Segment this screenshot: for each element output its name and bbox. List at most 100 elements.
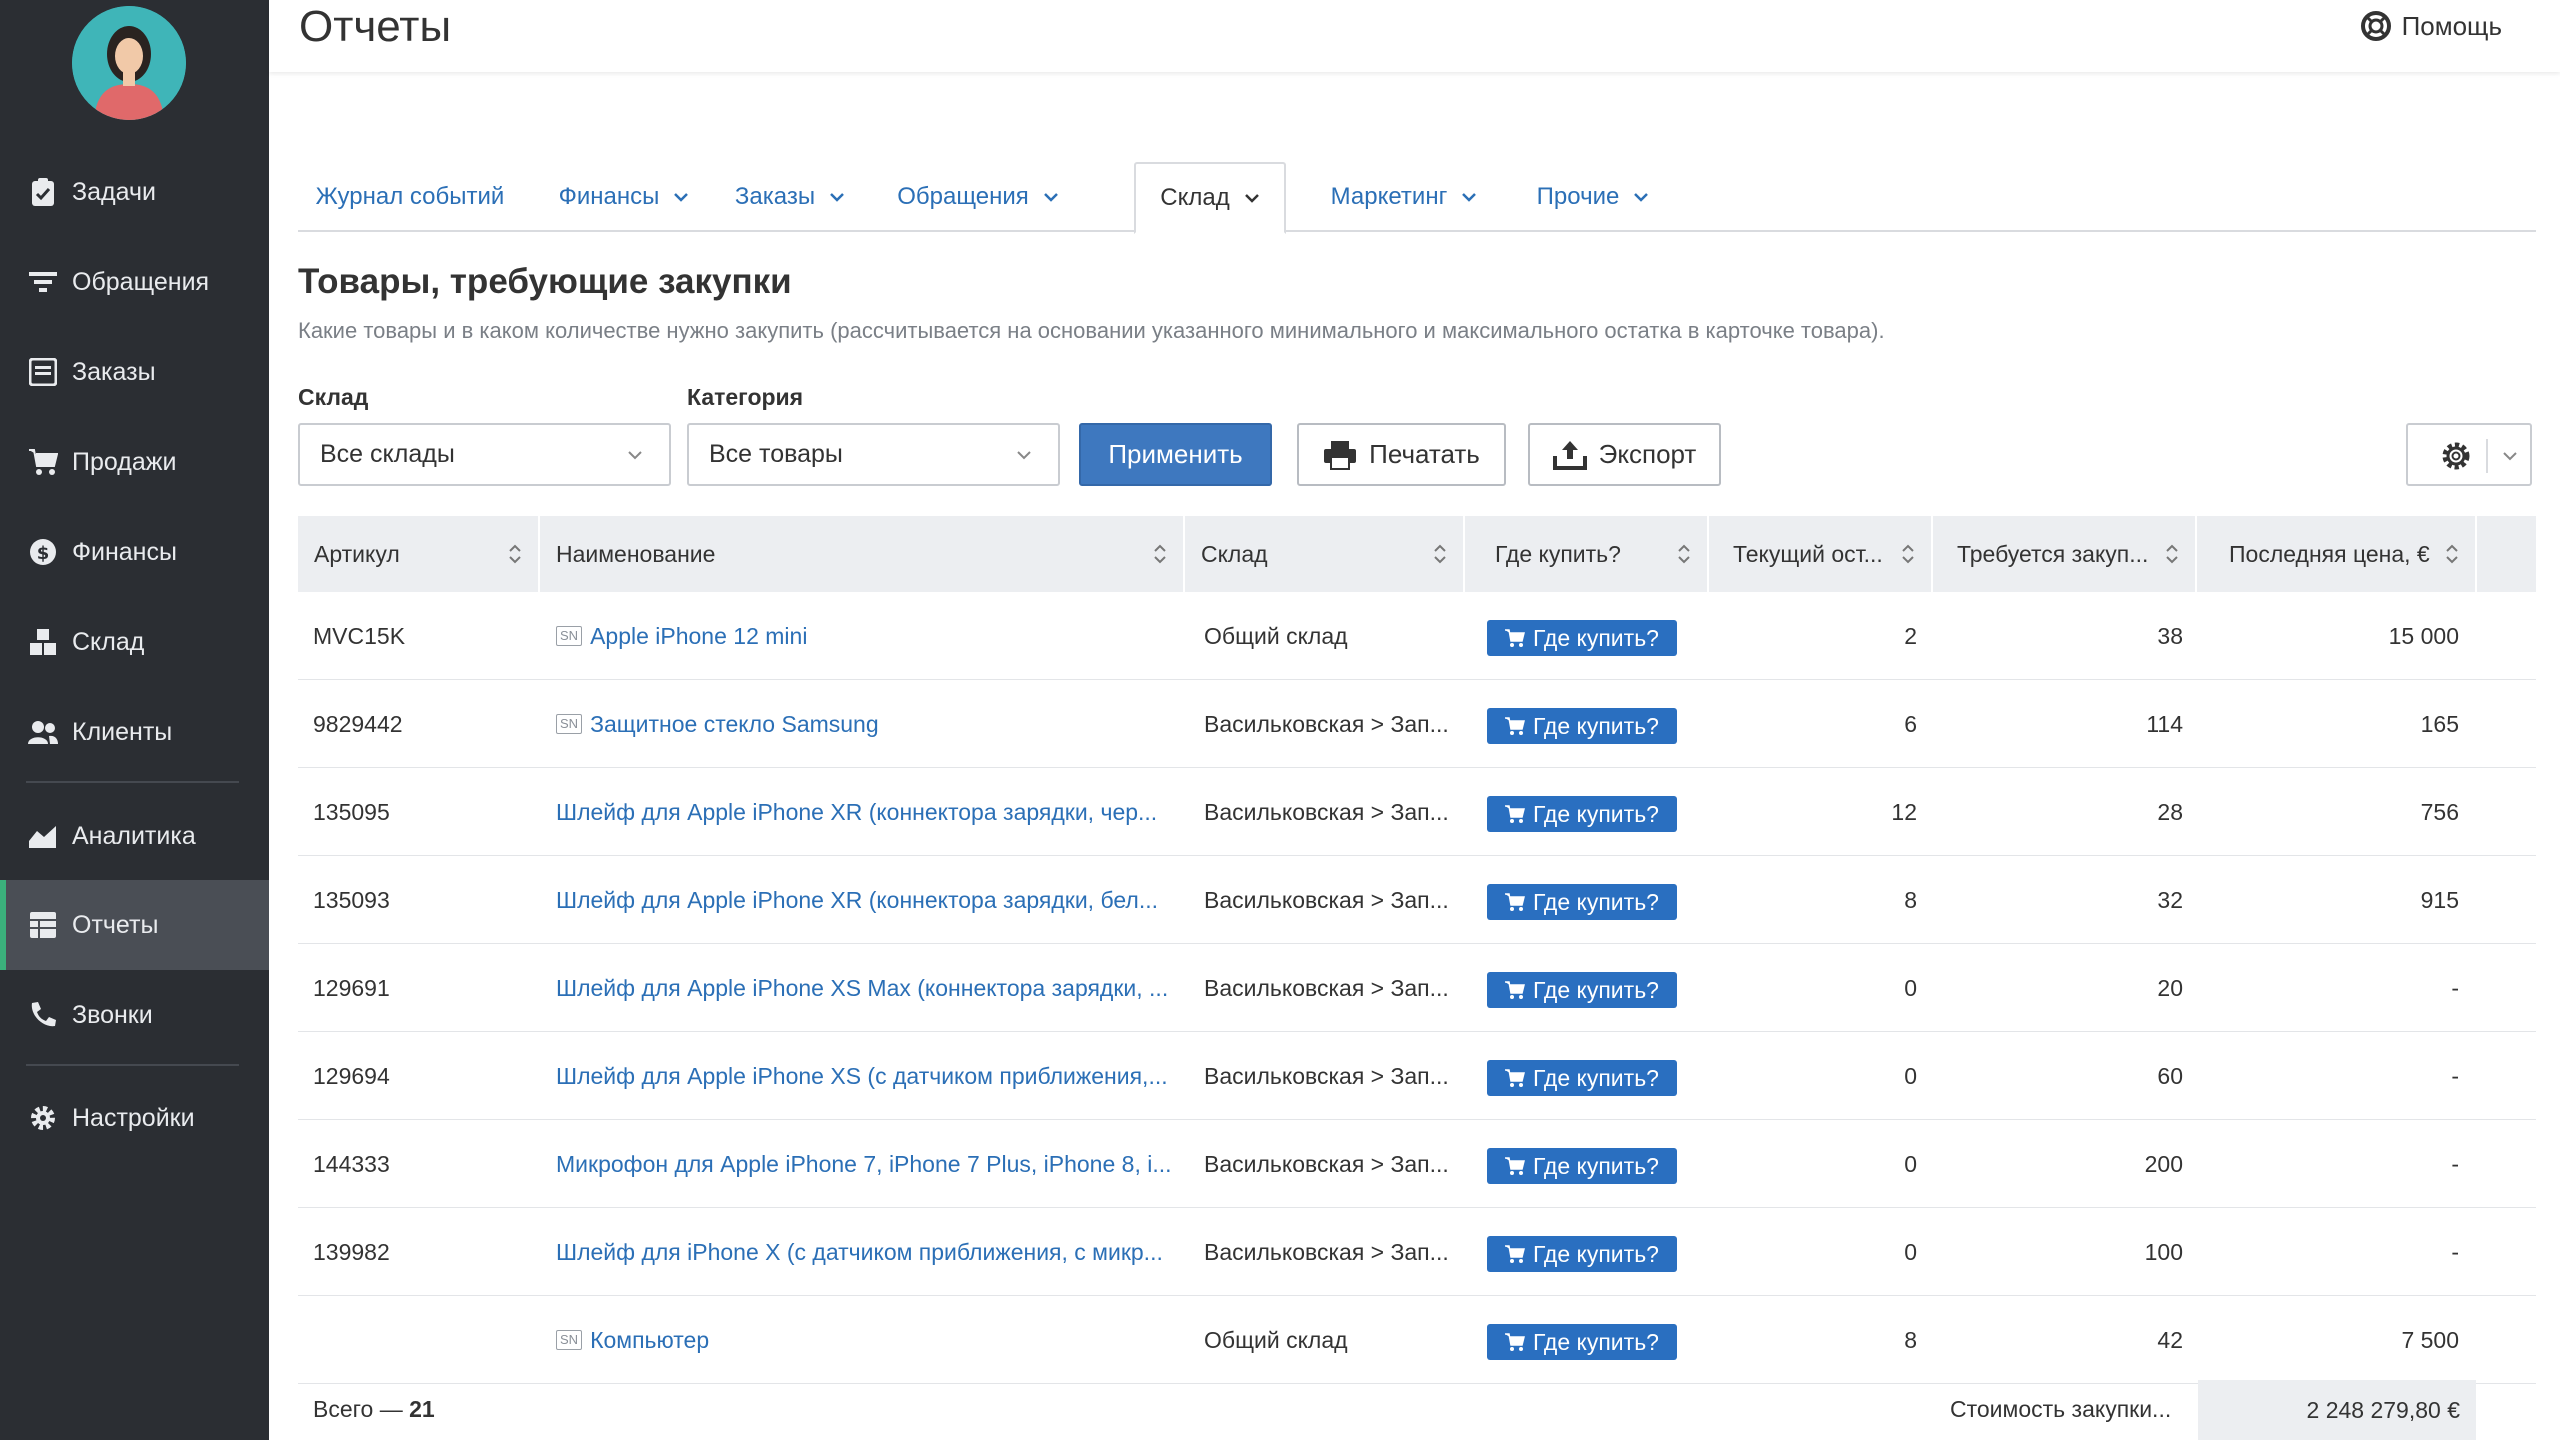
sidebar-item-label: Заказы xyxy=(72,357,156,386)
where-to-buy-button[interactable]: Где купить? xyxy=(1487,884,1677,920)
column-label: Текущий ост... xyxy=(1733,540,1883,567)
tab-requests[interactable]: Обращения xyxy=(882,162,1074,232)
cell-sku: 139982 xyxy=(313,1238,390,1265)
table-row: 9829442 SN Защитное стекло Samsung Василько… xyxy=(298,680,2536,768)
product-name-link[interactable]: Шлейф для Apple iPhone XS Max (коннектор… xyxy=(556,944,1176,1032)
sidebar-item-finance[interactable]: $ Финансы xyxy=(0,507,269,597)
table-settings-button[interactable] xyxy=(2406,423,2532,486)
tab-orders[interactable]: Заказы xyxy=(720,162,860,232)
sort-icon xyxy=(1434,544,1446,564)
product-name-link[interactable]: SN Apple iPhone 12 mini xyxy=(556,592,1176,680)
table-row: 135093 Шлейф для Apple iPhone XR (коннект… xyxy=(298,856,2536,944)
cell-last-price: - xyxy=(2451,1062,2459,1089)
where-to-buy-label: Где купить? xyxy=(1533,712,1659,739)
users-icon xyxy=(27,716,59,748)
cell-sku: MVC15K xyxy=(313,622,406,649)
filter-lines-icon xyxy=(27,266,59,298)
gear-icon xyxy=(2442,442,2470,470)
tab-event-log[interactable]: Журнал событий xyxy=(298,162,522,232)
sidebar-item-label: Отчеты xyxy=(72,910,159,939)
sidebar-item-tasks[interactable]: Задачи xyxy=(0,147,269,237)
product-name-link[interactable]: Шлейф для Apple iPhone XS (с датчиком пр… xyxy=(556,1032,1176,1120)
sidebar-item-orders[interactable]: Заказы xyxy=(0,327,269,417)
export-button-label: Экспорт xyxy=(1598,439,1697,469)
apply-button[interactable]: Применить xyxy=(1079,423,1272,486)
column-header-sku[interactable]: Артикул xyxy=(298,516,540,592)
cell-current-stock: 8 xyxy=(1904,1326,1917,1353)
cell-last-price: 165 xyxy=(2420,710,2459,737)
sidebar-item-sales[interactable]: Продажи xyxy=(0,417,269,507)
column-header-last-price[interactable]: Последняя цена, € xyxy=(2197,516,2477,592)
sidebar-item-analytics[interactable]: Аналитика xyxy=(0,791,269,881)
where-to-buy-button[interactable]: Где купить? xyxy=(1487,796,1677,832)
column-header-warehouse[interactable]: Склад xyxy=(1185,516,1465,592)
cell-required: 60 xyxy=(2157,1062,2183,1089)
warehouse-select-value: Все склады xyxy=(320,440,455,468)
where-to-buy-button[interactable]: Где купить? xyxy=(1487,1060,1677,1096)
product-name-link[interactable]: SN Защитное стекло Samsung xyxy=(556,680,1176,768)
sidebar-item-requests[interactable]: Обращения xyxy=(0,237,269,327)
tab-label: Заказы xyxy=(734,183,816,210)
gear-icon xyxy=(27,1102,59,1134)
product-name-link[interactable]: Микрофон для Apple iPhone 7, iPhone 7 Pl… xyxy=(556,1120,1176,1208)
sidebar-item-label: Финансы xyxy=(72,537,177,566)
where-to-buy-button[interactable]: Где купить? xyxy=(1487,1236,1677,1272)
table-header: Артикул Наименование Склад Где купить? Т… xyxy=(298,516,2536,592)
help-link[interactable]: Помощь xyxy=(2360,10,2502,42)
sidebar-item-calls[interactable]: Звонки xyxy=(0,970,269,1060)
sidebar-item-settings[interactable]: Настройки xyxy=(0,1073,269,1163)
total-label: Всего — xyxy=(313,1396,410,1422)
cell-last-price: - xyxy=(2451,974,2459,1001)
cell-sku: 135093 xyxy=(313,886,390,913)
where-to-buy-label: Где купить? xyxy=(1533,1240,1659,1267)
cell-required: 28 xyxy=(2157,798,2183,825)
cart-icon xyxy=(1505,1157,1525,1175)
cell-current-stock: 12 xyxy=(1891,798,1917,825)
product-name: Apple iPhone 12 mini xyxy=(590,622,808,649)
tab-warehouse[interactable]: Склад xyxy=(1134,162,1286,234)
tab-other[interactable]: Прочие xyxy=(1518,162,1668,232)
cell-required: 100 xyxy=(2144,1238,2183,1265)
product-name: Шлейф для Apple iPhone XR (коннектора за… xyxy=(556,886,1158,913)
sidebar-item-warehouse[interactable]: Склад xyxy=(0,597,269,687)
cell-required: 20 xyxy=(2157,974,2183,1001)
column-header-where-to-buy[interactable]: Где купить? xyxy=(1465,516,1709,592)
category-select[interactable]: Все товары xyxy=(687,423,1060,486)
chevron-down-icon xyxy=(1462,193,1477,202)
cell-sku: 144333 xyxy=(313,1150,390,1177)
sidebar-item-label: Продажи xyxy=(72,447,177,476)
print-button[interactable]: Печатать xyxy=(1297,423,1506,486)
cell-last-price: 15 000 xyxy=(2388,622,2459,649)
tab-finance[interactable]: Финансы xyxy=(542,162,706,232)
printer-icon xyxy=(1323,440,1357,470)
sidebar-item-reports[interactable]: Отчеты xyxy=(0,880,269,970)
export-button[interactable]: Экспорт xyxy=(1528,423,1721,486)
sidebar: Задачи Обращения Заказы Продажи $ Финанс… xyxy=(0,0,269,1440)
avatar[interactable] xyxy=(72,6,186,120)
cell-warehouse: Васильковская > Зап... xyxy=(1204,798,1449,825)
where-to-buy-button[interactable]: Где купить? xyxy=(1487,620,1677,656)
chevron-down-icon xyxy=(1017,451,1031,460)
where-to-buy-button[interactable]: Где купить? xyxy=(1487,972,1677,1008)
product-name-link[interactable]: Шлейф для iPhone X (с датчиком приближен… xyxy=(556,1208,1176,1296)
sidebar-divider xyxy=(26,1064,239,1066)
chevron-down-icon xyxy=(830,193,844,202)
tab-marketing[interactable]: Маркетинг xyxy=(1312,162,1496,232)
where-to-buy-button[interactable]: Где купить? xyxy=(1487,1324,1677,1360)
column-header-current-stock[interactable]: Текущий ост... xyxy=(1709,516,1933,592)
warehouse-select[interactable]: Все склады xyxy=(298,423,671,486)
sidebar-item-label: Аналитика xyxy=(72,821,196,850)
where-to-buy-button[interactable]: Где купить? xyxy=(1487,1148,1677,1184)
cell-required: 32 xyxy=(2157,886,2183,913)
table-icon xyxy=(27,909,59,941)
where-to-buy-button[interactable]: Где купить? xyxy=(1487,708,1677,744)
column-header-name[interactable]: Наименование xyxy=(540,516,1185,592)
sidebar-item-label: Звонки xyxy=(72,1000,153,1029)
product-name-link[interactable]: Шлейф для Apple iPhone XR (коннектора за… xyxy=(556,768,1176,856)
sidebar-item-clients[interactable]: Клиенты xyxy=(0,687,269,777)
product-name-link[interactable]: Шлейф для Apple iPhone XR (коннектора за… xyxy=(556,856,1176,944)
product-name-link[interactable]: SN Компьютер xyxy=(556,1296,1176,1384)
cell-current-stock: 0 xyxy=(1904,1238,1917,1265)
where-to-buy-label: Где купить? xyxy=(1533,1152,1659,1179)
column-header-required[interactable]: Требуется закуп... xyxy=(1933,516,2197,592)
